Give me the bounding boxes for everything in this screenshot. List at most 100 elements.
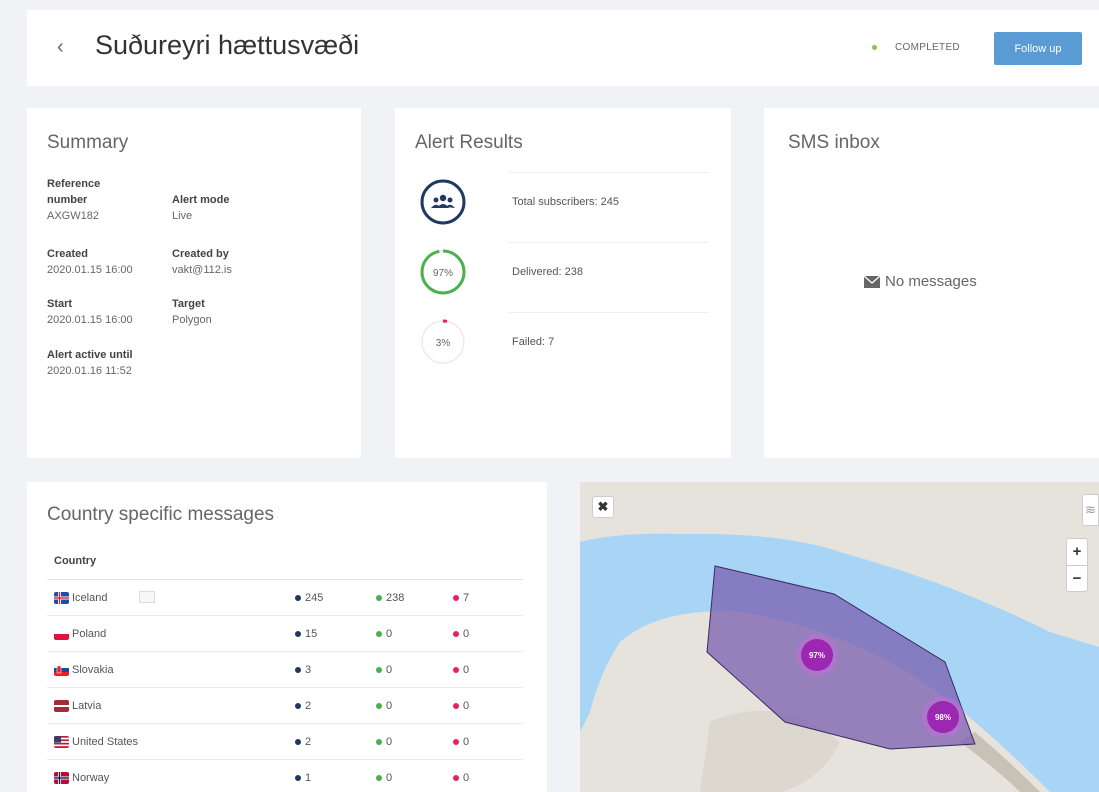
- result-row-total: Total subscribers: 245: [419, 172, 709, 236]
- total-subscribers-label: Total subscribers: 245: [512, 196, 619, 208]
- svg-text:97%: 97%: [809, 651, 825, 660]
- field-value: 2020.01.16 11:52: [47, 365, 132, 377]
- cluster-marker-2[interactable]: 98%: [922, 696, 964, 738]
- map-view[interactable]: 97% 98% ✖ ≋ + −: [580, 482, 1099, 792]
- norway-flag-icon: [54, 772, 69, 784]
- zoom-out-button[interactable]: −: [1067, 566, 1087, 592]
- fullscreen-icon: ✖: [597, 499, 609, 514]
- poland-flag-icon: [54, 628, 69, 640]
- field-label: Alert mode: [172, 194, 230, 206]
- total-count: 2: [295, 700, 311, 712]
- fullscreen-button[interactable]: ✖: [592, 496, 614, 518]
- table-row[interactable]: Latvia 2 0 0: [47, 688, 523, 724]
- total-count: 2: [295, 736, 311, 748]
- total-count: 3: [295, 664, 311, 676]
- row-divider: [509, 172, 709, 173]
- country-name: Norway: [72, 772, 110, 784]
- sms-inbox-card: SMS inbox No messages: [764, 108, 1099, 458]
- country-name: United States: [72, 736, 139, 748]
- message-icon[interactable]: [139, 591, 155, 603]
- back-icon[interactable]: ‹: [57, 36, 64, 59]
- delivered-count: 0: [376, 772, 392, 784]
- field-created: Created 2020.01.15 16:00: [47, 246, 177, 278]
- country-name: Latvia: [72, 700, 102, 712]
- field-label: Alert active until: [47, 349, 133, 361]
- page-title: Suðureyri hættusvæði: [95, 30, 360, 60]
- alert-results-title: Alert Results: [415, 132, 523, 153]
- table-row[interactable]: Slovakia 3 0 0: [47, 652, 523, 688]
- delivered-count: 238: [376, 592, 404, 604]
- total-count: 245: [295, 592, 323, 604]
- field-reference-number: Reference number AXGW182: [47, 176, 177, 224]
- delivered-label: Delivered: 238: [512, 266, 583, 278]
- country-column-header: Country: [47, 544, 523, 580]
- total-count: 1: [295, 772, 311, 784]
- zoom-in-button[interactable]: +: [1067, 539, 1087, 565]
- cluster-marker-1[interactable]: 97%: [796, 634, 838, 676]
- failed-progress-ring: 3%: [420, 319, 466, 365]
- field-value: Polygon: [172, 314, 212, 326]
- table-row[interactable]: Poland 15 0 0: [47, 616, 523, 652]
- failed-count: 7: [453, 592, 469, 604]
- alert-results-card: Alert Results Total subscribers: 245 97%…: [395, 108, 731, 458]
- country-rows: Iceland 245 238 7 Poland 15 0 0 Slovakia 3 0 0 Latvi…: [47, 580, 523, 792]
- country-messages-title: Country specific messages: [47, 504, 275, 525]
- field-value: 2020.01.15 16:00: [47, 314, 133, 326]
- people-icon: [420, 179, 466, 225]
- failed-count: 0: [453, 664, 469, 676]
- table-row[interactable]: Iceland 245 238 7: [47, 580, 523, 616]
- svg-text:98%: 98%: [935, 713, 951, 722]
- empty-state: No messages: [864, 273, 977, 290]
- result-row-delivered: 97% Delivered: 238: [419, 242, 709, 306]
- failed-pct-text: 3%: [436, 338, 451, 349]
- field-label: Created by: [172, 248, 229, 260]
- status-dot-icon: [872, 45, 877, 50]
- usa-flag-icon: [54, 736, 69, 748]
- failed-count: 0: [453, 628, 469, 640]
- country-name: Poland: [72, 628, 107, 640]
- summary-card: Summary Reference number AXGW182 Alert m…: [27, 108, 361, 458]
- envelope-icon: [864, 275, 880, 288]
- latvia-flag-icon: [54, 700, 69, 712]
- delivered-progress-ring: 97%: [420, 249, 466, 295]
- page-header: ‹ Suðureyri hættusvæði COMPLETED Follow …: [27, 10, 1099, 86]
- field-value: 2020.01.15 16:00: [47, 264, 133, 276]
- field-label: Created: [47, 248, 88, 260]
- table-row[interactable]: United States 2 0 0: [47, 724, 523, 760]
- follow-up-button[interactable]: Follow up: [994, 32, 1082, 65]
- field-value: Live: [172, 210, 193, 222]
- delivered-count: 0: [376, 700, 392, 712]
- field-start: Start 2020.01.15 16:00: [47, 296, 177, 328]
- summary-title: Summary: [47, 132, 129, 153]
- zoom-control: + −: [1066, 538, 1088, 592]
- field-created-by: Created by vakt@112.is: [172, 246, 302, 278]
- total-count: 15: [295, 628, 317, 640]
- country-table: Country Iceland 245 238 7 Poland 15 0 0 Slovakia…: [47, 544, 523, 792]
- layers-icon: ≋: [1085, 502, 1096, 517]
- no-messages-text: No messages: [885, 273, 977, 290]
- failed-count: 0: [453, 700, 469, 712]
- map-canvas[interactable]: 97% 98%: [580, 482, 1099, 792]
- field-value: vakt@112.is: [172, 264, 232, 276]
- status-text: COMPLETED: [895, 42, 960, 53]
- failed-count: 0: [453, 736, 469, 748]
- sms-inbox-title: SMS inbox: [788, 132, 880, 153]
- field-value: AXGW182: [47, 210, 99, 222]
- field-alert-mode: Alert mode Live: [172, 192, 302, 224]
- field-label: Start: [47, 298, 73, 310]
- table-row[interactable]: Norway 1 0 0: [47, 760, 523, 792]
- delivered-count: 0: [376, 628, 392, 640]
- field-label: Target: [172, 298, 205, 310]
- row-divider: [509, 242, 709, 243]
- failed-count: 0: [453, 772, 469, 784]
- layers-button[interactable]: ≋: [1082, 494, 1099, 526]
- result-row-failed: 3% Failed: 7: [419, 312, 709, 376]
- delivered-pct-text: 97%: [433, 268, 453, 279]
- iceland-flag-icon: [54, 592, 69, 604]
- country-name: Iceland: [72, 592, 108, 604]
- field-alert-active-until: Alert active until 2020.01.16 11:52: [47, 347, 247, 379]
- slovakia-flag-icon: [54, 664, 69, 676]
- delivered-count: 0: [376, 736, 392, 748]
- country-messages-card: Country specific messages Country Icelan…: [27, 482, 547, 792]
- field-target: Target Polygon: [172, 296, 302, 328]
